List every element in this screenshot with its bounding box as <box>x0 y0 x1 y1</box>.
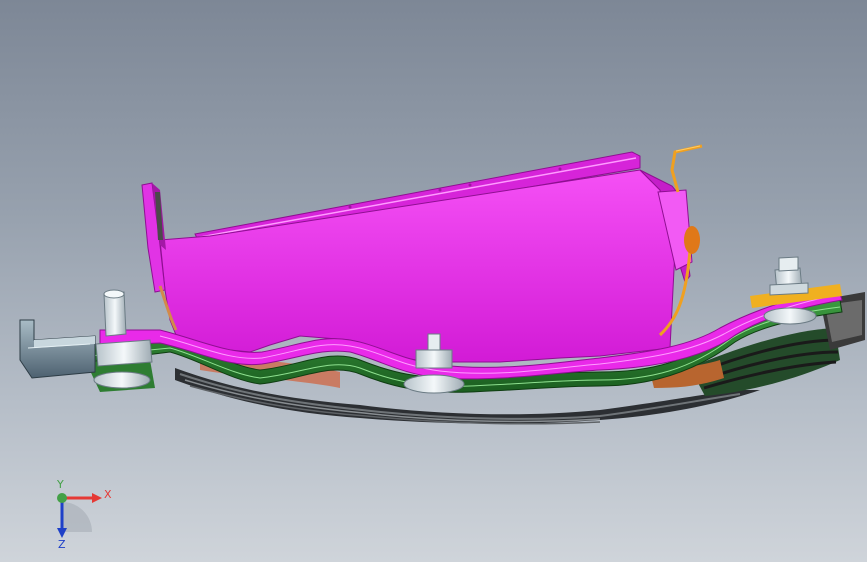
x-axis-arrow <box>92 493 102 503</box>
left-bracket <box>19 319 96 379</box>
z-axis-arrow <box>57 528 67 538</box>
coordinate-triad: X Y Z <box>56 480 112 550</box>
cad-viewport[interactable] <box>0 0 867 562</box>
z-axis-label: Z <box>58 538 66 550</box>
x-axis-label: X <box>104 488 112 501</box>
y-axis-label: Y <box>56 480 64 491</box>
y-axis-marker <box>57 493 67 503</box>
